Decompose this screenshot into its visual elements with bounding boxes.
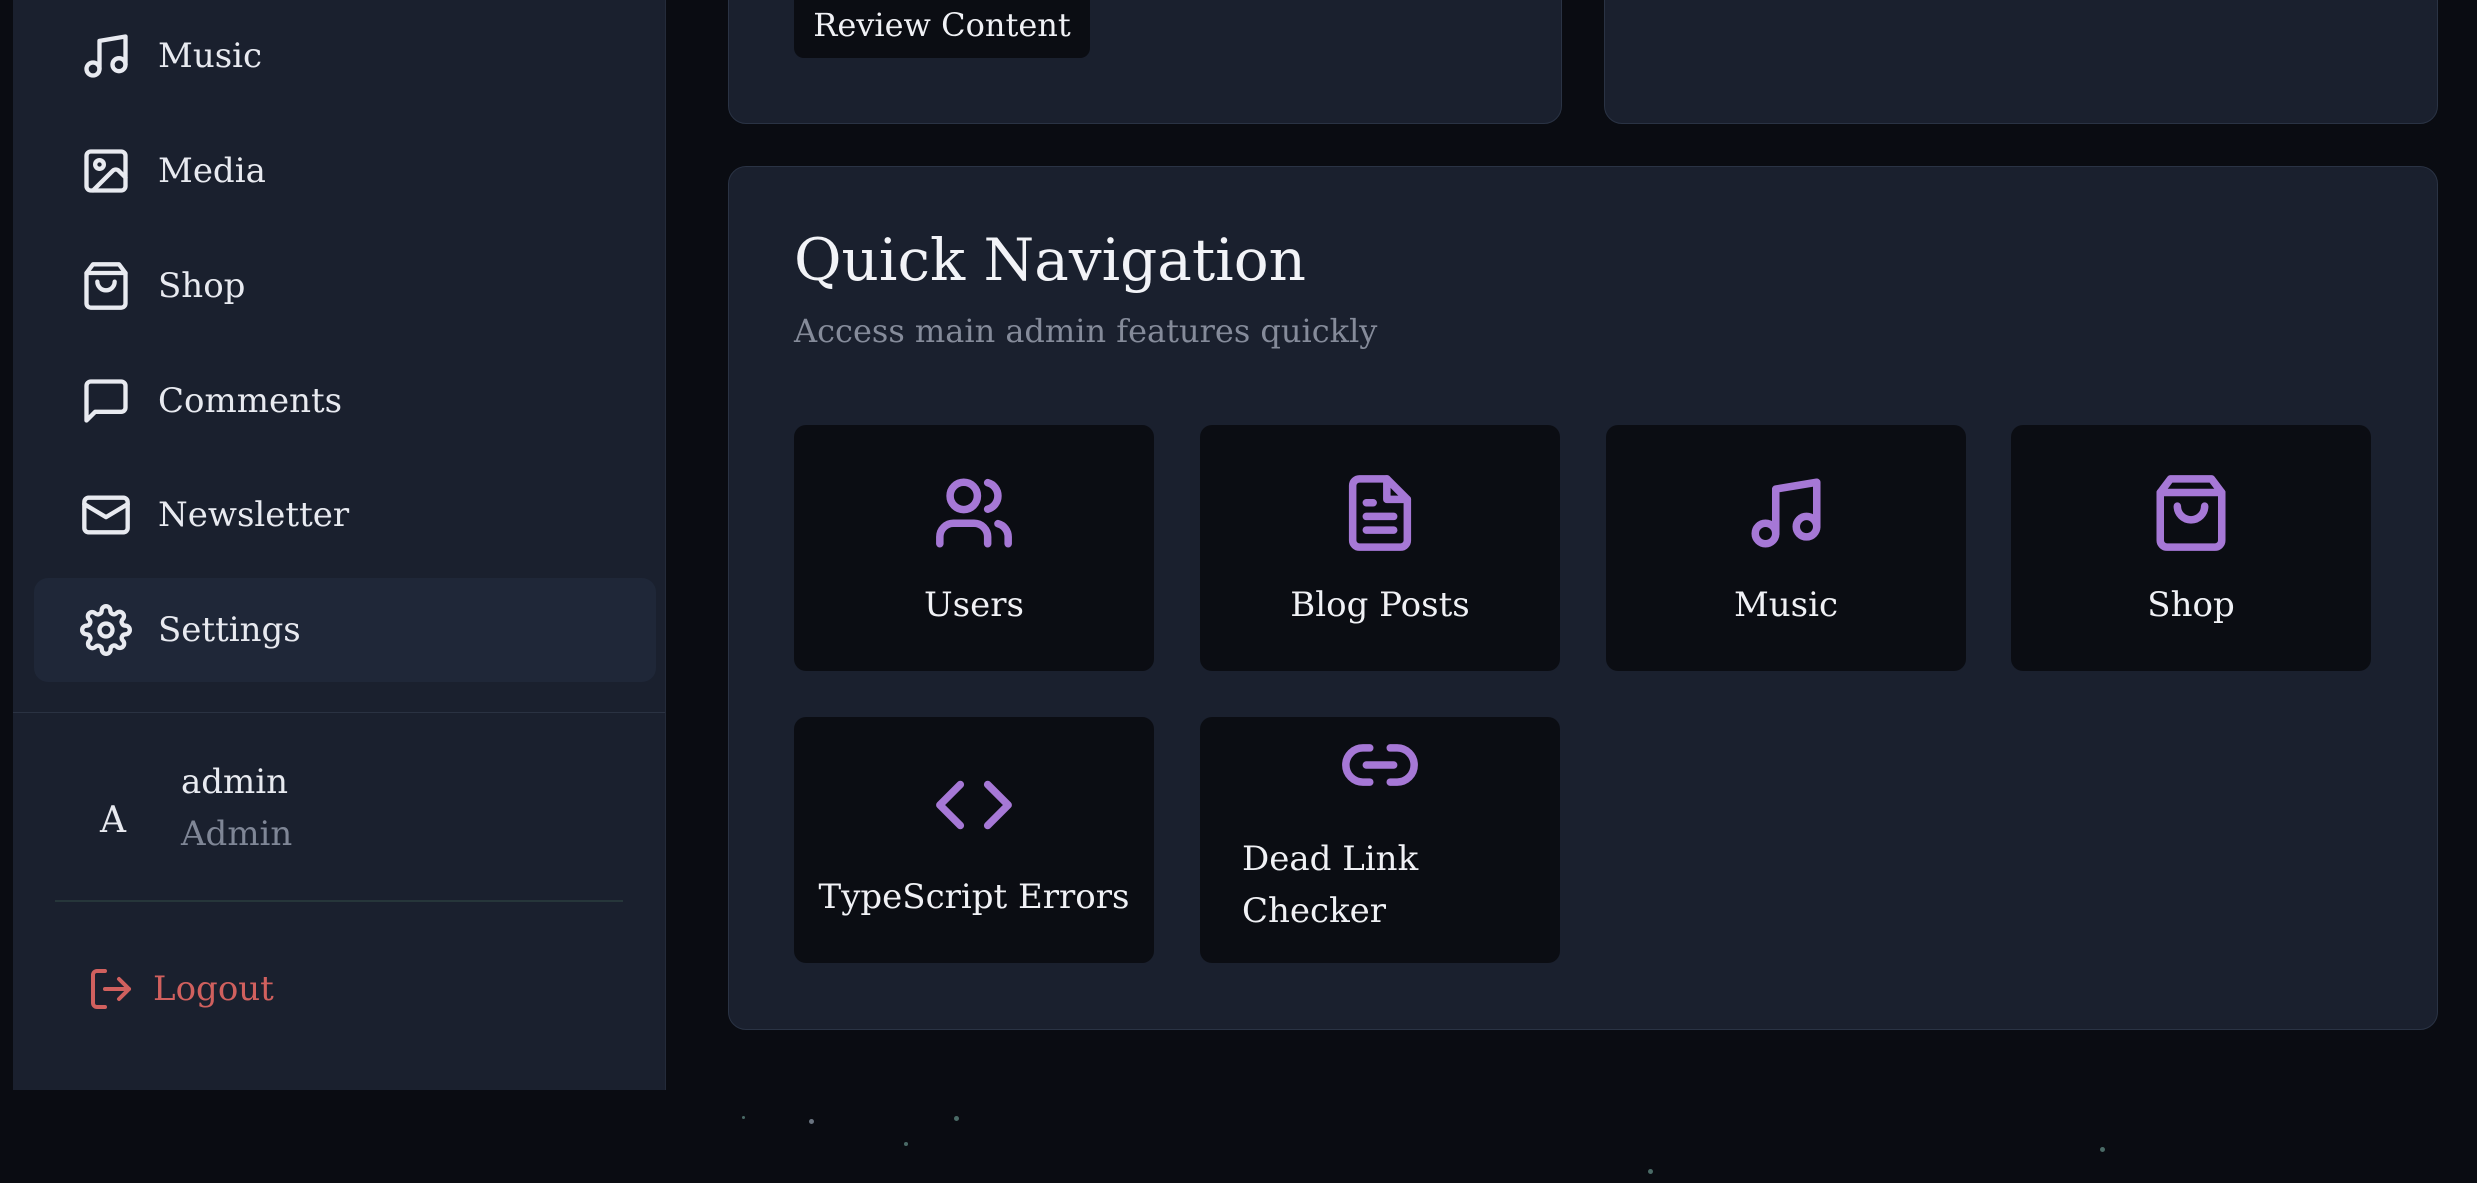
quick-navigation-subtitle: Access main admin features quickly	[794, 312, 1378, 350]
sidebar-item-media[interactable]: Media	[34, 119, 656, 223]
logout-button[interactable]: Logout	[87, 965, 274, 1013]
sidebar-item-label: Shop	[158, 266, 246, 306]
background-dot	[2100, 1147, 2105, 1152]
quick-nav-dead-link-checker[interactable]: Dead Link Checker	[1200, 717, 1560, 963]
sidebar-item-label: Settings	[158, 610, 301, 650]
avatar: A	[100, 799, 126, 841]
sidebar-item-label: Media	[158, 151, 266, 191]
image-icon	[78, 143, 134, 199]
quick-nav-typescript-errors[interactable]: TypeScript Errors	[794, 717, 1154, 963]
settings-icon	[78, 602, 134, 658]
user-divider	[55, 900, 623, 902]
logout-label: Logout	[153, 969, 274, 1009]
background-dot	[1648, 1169, 1653, 1174]
quick-nav-music[interactable]: Music	[1606, 425, 1966, 671]
sidebar-item-label: Comments	[158, 381, 343, 421]
sidebar-item-shop[interactable]: Shop	[34, 234, 656, 338]
user-name: admin	[181, 762, 289, 802]
quick-nav-blog-posts[interactable]: Blog Posts	[1200, 425, 1560, 671]
sidebar-item-label: Newsletter	[158, 495, 350, 535]
link-icon	[1339, 724, 1421, 815]
tile-label: Music	[1733, 584, 1839, 625]
tile-label: Users	[924, 584, 1024, 625]
sidebar-item-label: Music	[158, 36, 263, 76]
sidebar-divider	[13, 712, 665, 713]
sidebar-item-newsletter[interactable]: Newsletter	[34, 463, 656, 567]
quick-nav-users[interactable]: Users	[794, 425, 1154, 671]
quick-nav-shop[interactable]: Shop	[2011, 425, 2371, 671]
log-out-icon	[91, 969, 131, 1009]
stats-card	[1604, 0, 2438, 124]
tile-label: Dead Link Checker	[1242, 838, 1419, 931]
sidebar: Music Media Shop Comments Newsletter Set…	[13, 0, 666, 1090]
background-dot	[809, 1119, 814, 1124]
users-icon	[933, 472, 1015, 563]
sidebar-item-music[interactable]: Music	[34, 4, 656, 108]
user-profile[interactable]: A admin Admin	[13, 740, 665, 870]
music-icon	[78, 28, 134, 84]
file-text-icon	[1339, 472, 1421, 563]
review-content-button[interactable]: Review Content	[794, 0, 1090, 58]
tile-label: Blog Posts	[1290, 584, 1470, 625]
music-icon	[1745, 472, 1827, 563]
mail-icon	[78, 487, 134, 543]
quick-navigation-title: Quick Navigation	[794, 226, 1307, 294]
message-square-icon	[78, 373, 134, 429]
sidebar-item-settings[interactable]: Settings	[34, 578, 656, 682]
sidebar-item-comments[interactable]: Comments	[34, 349, 656, 453]
shopping-bag-icon	[78, 258, 134, 314]
background-dot	[954, 1116, 959, 1121]
shopping-bag-icon	[2150, 472, 2232, 563]
background-dot	[904, 1142, 908, 1146]
tile-label: Shop	[2147, 584, 2235, 625]
code-icon	[933, 764, 1015, 855]
background-dot	[742, 1116, 745, 1119]
tile-label: TypeScript Errors	[818, 876, 1130, 917]
user-role: Admin	[181, 814, 293, 854]
